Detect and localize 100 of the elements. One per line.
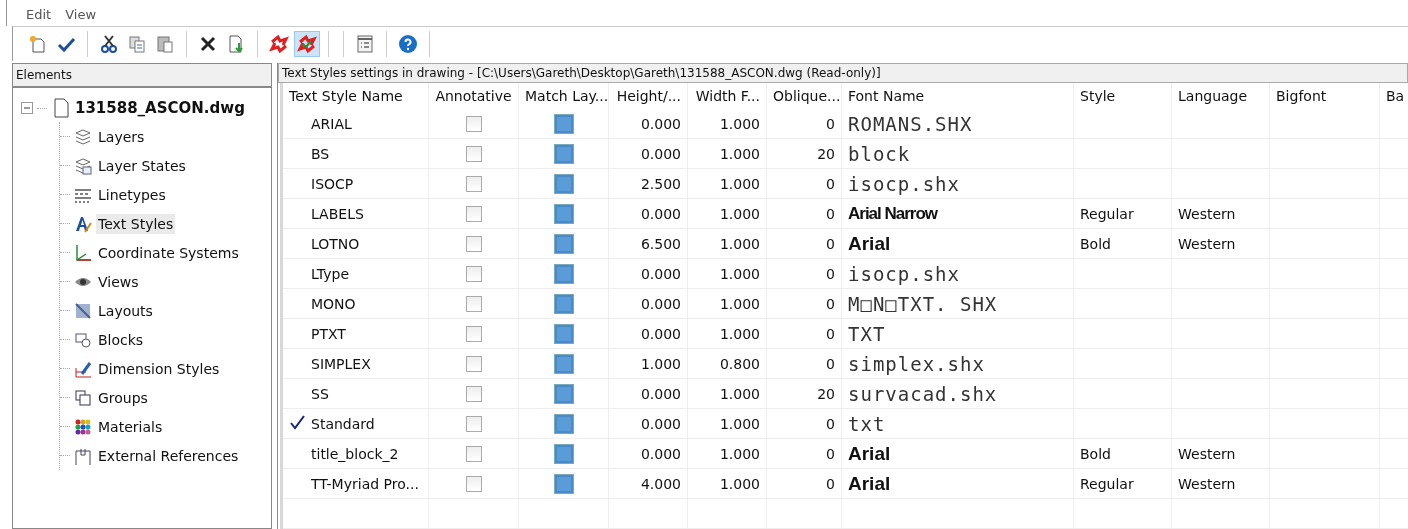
menu-item[interactable]: Edit xyxy=(19,7,59,26)
checkbox[interactable] xyxy=(465,296,482,312)
font-name: M□N□TXT. SHX xyxy=(848,292,998,315)
oblique-value: 0 xyxy=(826,355,835,372)
column-header[interactable]: Text Style Name xyxy=(281,83,429,109)
column-header[interactable]: Oblique... xyxy=(766,83,842,109)
tree-item[interactable]: Coordinate Systems xyxy=(96,242,241,263)
tree-item[interactable]: External References xyxy=(96,445,241,466)
oblique-value: 0 xyxy=(826,205,835,222)
language-value: Western xyxy=(1178,475,1236,492)
height-value: 0.000 xyxy=(640,205,681,222)
checkbox[interactable] xyxy=(465,326,482,342)
checkbox[interactable] xyxy=(553,413,574,434)
checkbox[interactable] xyxy=(553,263,574,284)
height-value: 0.000 xyxy=(640,145,681,162)
style-name: LOTNO xyxy=(311,235,360,252)
checkbox[interactable] xyxy=(465,476,482,492)
style-name: title_block_2 xyxy=(311,445,399,462)
checkbox[interactable] xyxy=(553,173,574,194)
block-shapes-icon xyxy=(74,330,92,349)
font-name: isocp.shx xyxy=(848,172,960,195)
checkbox[interactable] xyxy=(465,206,482,222)
tree-item[interactable]: 131588_ASCON.dwg xyxy=(75,99,245,117)
tree-item[interactable]: Layers xyxy=(96,126,147,147)
checkbox[interactable] xyxy=(553,323,574,344)
style-name: SIMPLEX xyxy=(311,355,371,372)
width-factor-value: 1.000 xyxy=(719,115,760,132)
column-header[interactable]: Bigfont xyxy=(1269,83,1380,109)
font-name: ROMANS.SHX xyxy=(848,112,973,135)
column-header[interactable]: Annotative xyxy=(428,83,519,109)
font-name: Arial Narrow xyxy=(848,203,938,223)
height-value: 0.000 xyxy=(640,445,681,462)
tree-item[interactable]: Views xyxy=(96,271,141,292)
style-name: LType xyxy=(311,265,350,282)
help-icon xyxy=(398,34,418,54)
width-factor-value: 1.000 xyxy=(719,295,760,312)
frame-clip-icon xyxy=(74,446,92,465)
color-balls-icon xyxy=(74,417,92,436)
tree-item[interactable]: Materials xyxy=(96,416,165,437)
oblique-value: 0 xyxy=(826,115,835,132)
font-name: block xyxy=(848,142,911,165)
column-header[interactable]: Language xyxy=(1171,83,1270,109)
checkbox[interactable] xyxy=(465,416,482,432)
column-header[interactable]: Style xyxy=(1073,83,1172,109)
checkbox[interactable] xyxy=(465,176,482,192)
scissors-icon xyxy=(99,34,119,54)
layer-window-icon xyxy=(74,156,92,175)
column-header[interactable]: Width F... xyxy=(687,83,767,109)
width-factor-value: 1.000 xyxy=(719,205,760,222)
style-name: MONO xyxy=(311,295,356,312)
panel-title: Text Styles settings in drawing - [C:\Users\Gareth\Desktop\Gareth\131588_ASCON.dwg (Read-only)] xyxy=(278,63,1408,83)
checkbox[interactable] xyxy=(465,146,482,162)
language-value: Western xyxy=(1178,205,1236,222)
font-style-value: Bold xyxy=(1080,445,1111,462)
collapse-icon[interactable] xyxy=(23,104,31,112)
checkbox[interactable] xyxy=(465,446,482,462)
tree-item[interactable]: Linetypes xyxy=(96,184,168,205)
language-value: Western xyxy=(1178,235,1236,252)
checkbox[interactable] xyxy=(553,113,574,134)
checkbox[interactable] xyxy=(553,233,574,254)
checkbox[interactable] xyxy=(465,356,482,372)
tree-item[interactable]: Blocks xyxy=(96,329,146,350)
height-value: 0.000 xyxy=(640,385,681,402)
checkbox[interactable] xyxy=(553,473,574,494)
width-factor-value: 1.000 xyxy=(719,325,760,342)
panel-title: Elements xyxy=(13,64,271,88)
oblique-value: 0 xyxy=(826,235,835,252)
checkbox[interactable] xyxy=(465,236,482,252)
column-header[interactable]: Font Name xyxy=(841,83,1074,109)
width-factor-value: 1.000 xyxy=(719,235,760,252)
column-header[interactable]: Height/... xyxy=(608,83,688,109)
oblique-value: 0 xyxy=(826,295,835,312)
tree-item[interactable]: Layouts xyxy=(96,300,155,321)
tree-item[interactable]: Text Styles xyxy=(96,213,176,234)
checkbox[interactable] xyxy=(553,443,574,464)
oblique-value: 0 xyxy=(826,475,835,492)
width-factor-value: 1.000 xyxy=(719,145,760,162)
column-header[interactable]: Match Lay... xyxy=(518,83,609,109)
checkbox[interactable] xyxy=(465,266,482,282)
height-value: 0.000 xyxy=(640,325,681,342)
checkbox[interactable] xyxy=(465,386,482,402)
column-header[interactable]: Ba xyxy=(1379,83,1408,109)
tree-item[interactable]: Layer States xyxy=(96,155,188,176)
menu-item[interactable]: View xyxy=(58,7,104,26)
checkbox[interactable] xyxy=(553,143,574,164)
checkbox[interactable] xyxy=(553,353,574,374)
checkbox[interactable] xyxy=(465,116,482,132)
triangle-sheet-icon xyxy=(74,301,92,320)
checkbox[interactable] xyxy=(553,383,574,404)
font-name: Arial xyxy=(848,232,891,254)
height-value: 4.000 xyxy=(640,475,681,492)
checkbox[interactable] xyxy=(553,293,574,314)
tree-item[interactable]: Dimension Styles xyxy=(96,358,222,379)
width-factor-value: 1.000 xyxy=(719,475,760,492)
letter-icon xyxy=(74,214,92,233)
checkbox[interactable] xyxy=(553,203,574,224)
tree-item[interactable]: Groups xyxy=(96,387,150,408)
font-name: TXT xyxy=(848,322,886,345)
close-icon xyxy=(198,34,218,54)
oblique-value: 20 xyxy=(817,385,835,402)
